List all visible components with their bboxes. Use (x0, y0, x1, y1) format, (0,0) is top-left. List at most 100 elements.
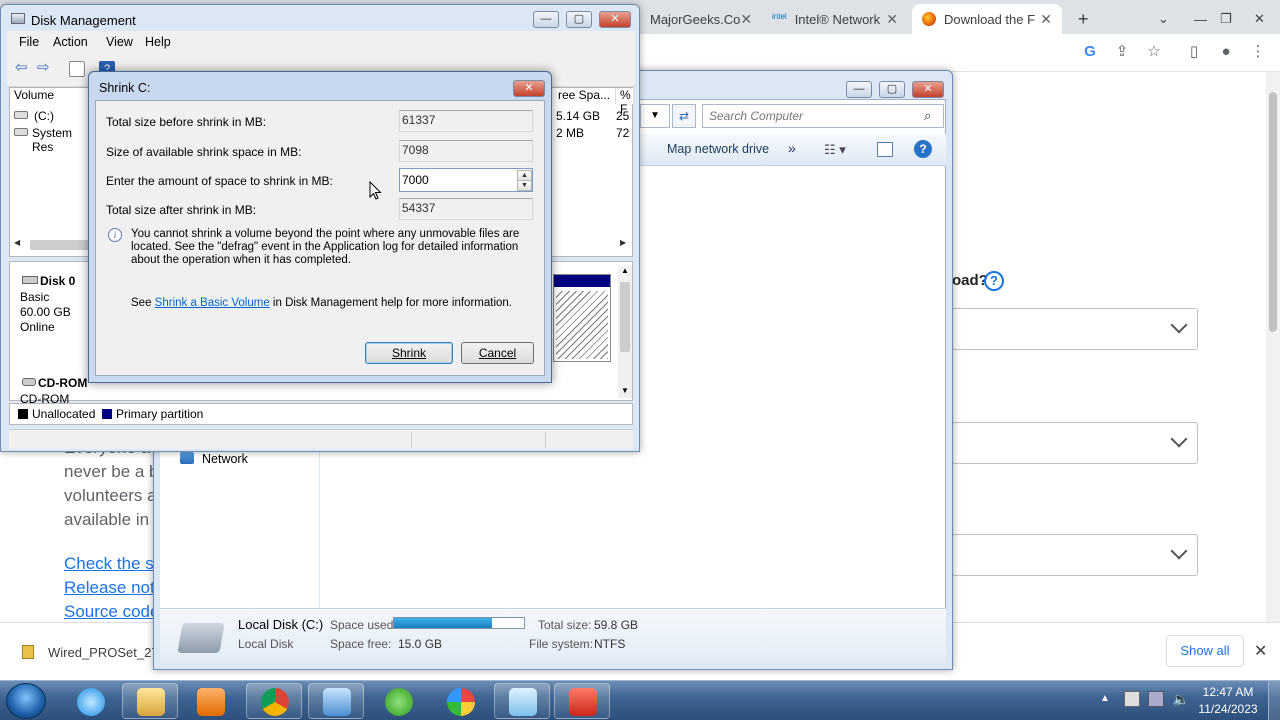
page-scrollbar[interactable] (1266, 72, 1280, 622)
taskbar-control-panel[interactable] (308, 683, 364, 719)
show-hide-console-icon[interactable] (69, 61, 85, 77)
partition-block[interactable] (553, 274, 611, 362)
taskbar-media-player[interactable] (182, 683, 238, 719)
clock-date[interactable]: 11/24/2023 (1197, 702, 1259, 716)
hard-drive-icon (177, 623, 225, 653)
total-size-label: Total size: (538, 618, 592, 632)
preview-pane-icon[interactable] (877, 142, 893, 157)
menu-view[interactable]: View (106, 35, 133, 49)
table-row[interactable]: (C:) (10, 108, 90, 124)
browser-tab-download[interactable]: Download the F ✕ (912, 4, 1062, 34)
tab-label: Download the F (944, 11, 1036, 27)
taskbar-disk-management[interactable] (554, 683, 610, 719)
column-header-volume[interactable]: Volume (10, 88, 90, 104)
scroll-right-icon[interactable]: ▶ (620, 238, 626, 247)
minimize-button[interactable]: — (533, 11, 559, 28)
close-button[interactable]: ✕ (912, 81, 944, 98)
column-header-percent-free[interactable]: % F (616, 88, 634, 116)
scroll-up-icon[interactable]: ▲ (621, 266, 629, 275)
page-link-release-notes[interactable]: Release not (64, 578, 155, 598)
toolbox-icon (569, 688, 597, 716)
forward-arrow-icon[interactable]: ⇨ (37, 60, 53, 77)
show-hidden-icons[interactable]: ▲ (1100, 693, 1110, 704)
download-filename[interactable]: Wired_PROSet_27. (48, 645, 162, 660)
help-circle-icon[interactable]: ? (984, 271, 1004, 291)
new-tab-button[interactable]: + (1068, 4, 1098, 34)
taskbar-chrome[interactable] (246, 683, 302, 719)
minimize-button[interactable]: — (846, 81, 872, 98)
back-arrow-icon[interactable]: ⇦ (15, 60, 31, 77)
shrink-button[interactable]: Shrink (365, 342, 453, 364)
select-dropdown-2[interactable] (952, 422, 1198, 464)
scroll-thumb[interactable] (620, 282, 630, 352)
scrollbar-thumb[interactable] (1269, 92, 1277, 332)
tab-search-icon[interactable]: ⌄ (1148, 4, 1174, 34)
minimize-icon[interactable]: — (1184, 4, 1210, 34)
bookmark-star-icon[interactable]: ☆ (1144, 42, 1164, 62)
side-panel-icon[interactable]: ▯ (1184, 42, 1204, 62)
nav-item-network[interactable]: Network (202, 452, 248, 466)
disk0-info[interactable]: Disk 0 Basic 60.00 GB Online (12, 270, 88, 366)
taskbar-utorrent[interactable] (370, 683, 426, 719)
network-status-icon[interactable] (1148, 691, 1164, 707)
menu-action[interactable]: Action (53, 35, 88, 49)
show-desktop-button[interactable] (1268, 681, 1280, 720)
table-row[interactable]: System Res (10, 125, 90, 154)
maximize-button[interactable]: ▢ (879, 81, 905, 98)
search-input[interactable]: Search Computer (702, 104, 944, 128)
taskbar-file-explorer[interactable] (122, 683, 178, 719)
show-all-button[interactable]: Show all (1166, 635, 1244, 667)
spin-down-button[interactable]: ▼ (517, 180, 532, 191)
menu-help[interactable]: Help (145, 35, 171, 49)
dialog-close-button[interactable]: ✕ (513, 80, 545, 97)
scroll-left-icon[interactable]: ◀ (14, 238, 20, 247)
address-dropdown-icon[interactable]: ▼ (640, 104, 670, 128)
profile-icon[interactable]: ● (1216, 42, 1236, 62)
horizontal-scroll-thumb[interactable] (30, 240, 92, 250)
volume-muted-icon[interactable]: 🔈 (1172, 691, 1189, 708)
menu-icon[interactable]: ⋮ (1248, 42, 1268, 62)
map-network-drive-button[interactable]: Map network drive (667, 142, 769, 156)
shrink-amount-input[interactable] (399, 168, 533, 192)
help-icon[interactable]: ? (914, 140, 932, 158)
select-dropdown-1[interactable] (952, 308, 1198, 350)
taskbar-paint[interactable] (432, 683, 488, 719)
action-center-icon[interactable] (1124, 691, 1140, 707)
start-orb-icon[interactable] (6, 683, 46, 719)
share-icon[interactable]: ⇪ (1112, 42, 1132, 62)
menu-file[interactable]: File (19, 35, 39, 49)
close-tab-icon[interactable]: ✕ (740, 11, 752, 28)
page-link-source-code[interactable]: Source code (64, 602, 159, 622)
taskbar-notepad[interactable] (494, 683, 550, 719)
total-size-value: 59.8 GB (594, 618, 639, 632)
close-icon[interactable]: ✕ (1244, 4, 1270, 34)
column-header-free-space[interactable]: ree Spa... (554, 88, 616, 104)
close-tab-icon[interactable]: ✕ (1040, 11, 1052, 28)
total-after-value: 54337 (399, 198, 533, 220)
taskbar-internet-explorer[interactable] (62, 683, 118, 719)
graph-scrollbar[interactable]: ▲ ▼ (618, 266, 632, 398)
google-icon[interactable]: G (1080, 42, 1100, 62)
restore-icon[interactable]: ❐ (1210, 4, 1236, 34)
page-link-check[interactable]: Check the s (64, 554, 154, 574)
more-commands-icon[interactable]: » (788, 140, 796, 156)
browser-tab-majorgeeks[interactable]: MajorGeeks.Co ✕ (640, 4, 760, 34)
close-download-bar-icon[interactable]: ✕ (1254, 641, 1267, 661)
close-button[interactable]: ✕ (599, 11, 631, 28)
view-options-icon[interactable]: ☷ ▾ (824, 142, 846, 158)
browser-tab-intel[interactable]: intel Intel® Network ✕ (762, 4, 908, 34)
disk0-type: Basic (20, 290, 50, 304)
total-before-value: 61337 (399, 110, 533, 132)
partition-hatch (556, 291, 608, 359)
close-tab-icon[interactable]: ✕ (886, 11, 898, 28)
maximize-button[interactable]: ▢ (566, 11, 592, 28)
select-dropdown-3[interactable] (952, 534, 1198, 576)
cancel-button[interactable]: Cancel (461, 342, 534, 364)
shrink-help-link[interactable]: Shrink a Basic Volume (155, 297, 270, 309)
refresh-icon[interactable]: ⇄ (672, 104, 696, 128)
scroll-down-icon[interactable]: ▼ (621, 386, 629, 395)
file-system-value: NTFS (594, 637, 626, 651)
clock-time[interactable]: 12:47 AM (1197, 685, 1259, 699)
search-icon[interactable]: ⌕ (924, 108, 931, 124)
cdrom-info[interactable]: CD-ROM CD-ROM (D:) (12, 372, 92, 420)
